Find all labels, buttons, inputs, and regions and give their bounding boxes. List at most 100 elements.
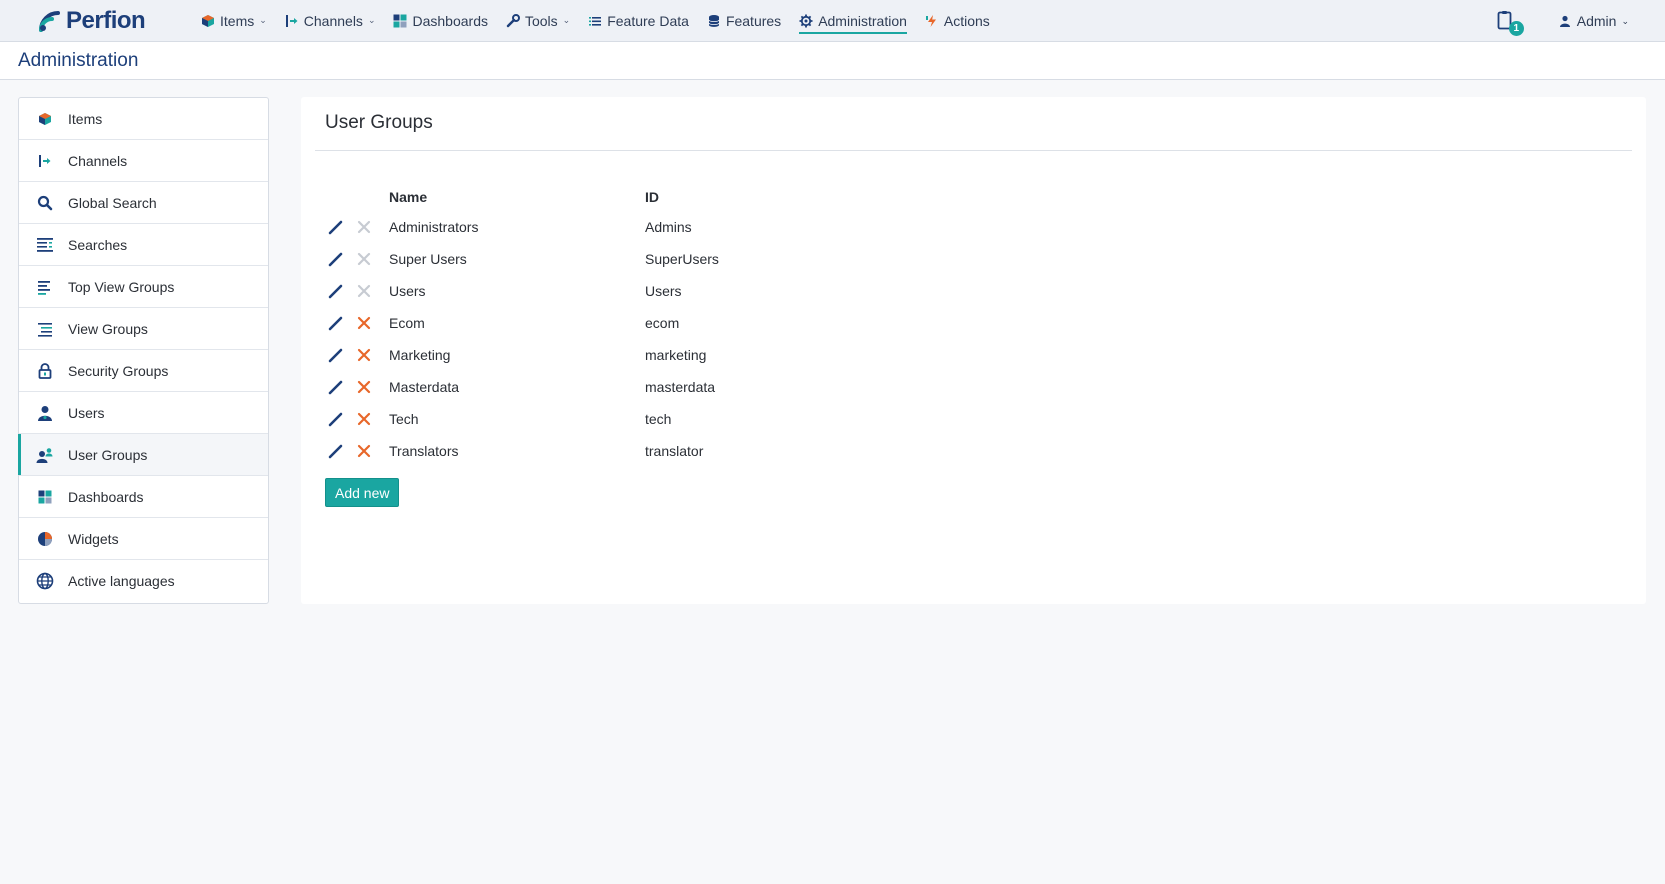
table-row: Tech tech: [325, 403, 845, 435]
group-name-cell: Tech: [389, 411, 419, 427]
chevron-down-icon: ⌄: [562, 15, 571, 25]
sidebar-item-label: Security Groups: [68, 362, 169, 379]
user-menu-label: Admin: [1576, 13, 1617, 29]
chevron-down-icon: ⌄: [259, 15, 267, 25]
panel-title: User Groups: [325, 112, 433, 133]
sidebar-item-user-groups[interactable]: User Groups: [18, 434, 268, 476]
notification-count-badge: 1: [1508, 21, 1524, 36]
view-groups-icon: [36, 320, 54, 338]
table-row: Translators translator: [325, 435, 845, 467]
perfion-logo[interactable]: Perfion: [36, 7, 186, 35]
add-new-button[interactable]: Add new: [325, 478, 400, 507]
nav-item-label: Items: [220, 12, 255, 29]
admin-sidebar: Items Channels Global Search Searches Top Vi…: [18, 97, 269, 604]
nav-item-label: Administration: [818, 12, 907, 29]
sidebar-item-searches[interactable]: Searches: [19, 224, 268, 266]
nav-item-dashboards[interactable]: Dashboards: [384, 0, 497, 42]
divider: [315, 150, 1632, 151]
delete-icon[interactable]: [353, 408, 375, 430]
database-icon: [707, 14, 721, 28]
top-view-groups-icon: [36, 278, 54, 296]
group-id-cell: ecom: [645, 315, 680, 331]
sidebar-item-global-search[interactable]: Global Search: [19, 182, 268, 224]
edit-icon[interactable]: [325, 408, 347, 430]
nav-item-channels[interactable]: Channels ⌄: [276, 0, 385, 42]
chevron-down-icon: ⌄: [367, 15, 376, 25]
nav-item-label: Actions: [943, 12, 990, 29]
delete-icon: [353, 216, 375, 238]
edit-icon[interactable]: [325, 376, 347, 398]
group-id-cell: SuperUsers: [645, 251, 719, 267]
table-row: Users Users: [325, 275, 845, 307]
group-name-cell: Ecom: [389, 315, 425, 331]
delete-icon: [353, 248, 375, 270]
wrench-icon: [506, 13, 520, 28]
group-id-cell: translator: [645, 443, 704, 459]
delete-icon[interactable]: [353, 376, 375, 398]
user-groups-panel: User Groups Name ID Administrators Admins…: [301, 97, 1646, 604]
nav-item-label: Feature Data: [607, 12, 689, 29]
user-groups-table: Name ID Administrators Admins Super Users S…: [325, 183, 845, 467]
group-name-cell: Administrators: [389, 219, 479, 235]
sidebar-item-users[interactable]: Users: [19, 392, 268, 434]
nav-item-administration[interactable]: Administration: [790, 0, 916, 42]
nav-item-tools[interactable]: Tools ⌄: [497, 0, 579, 42]
edit-icon[interactable]: [325, 440, 347, 462]
sidebar-item-label: Dashboards: [68, 488, 144, 505]
nav-item-features[interactable]: Features: [698, 0, 790, 42]
lock-icon: [36, 362, 54, 380]
nav-item-label: Dashboards: [412, 12, 488, 29]
perfion-logo-icon: [36, 8, 62, 34]
edit-icon[interactable]: [325, 280, 347, 302]
edit-icon[interactable]: [325, 312, 347, 334]
dashboard-icon: [393, 14, 407, 28]
page-header: Administration: [0, 42, 1665, 80]
top-navigation-bar: Perfion Items ⌄ Channels ⌄ Dashboards Tools ⌄ F…: [0, 0, 1665, 42]
user-group-icon: [36, 446, 54, 464]
sidebar-item-dashboards[interactable]: Dashboards: [19, 476, 268, 518]
user-icon: [1559, 15, 1571, 27]
notifications-button[interactable]: 1: [1495, 9, 1524, 36]
user-menu[interactable]: Admin ⌄: [1559, 13, 1629, 29]
nav-item-feature-data[interactable]: Feature Data: [579, 0, 698, 42]
table-header: Name ID: [325, 183, 845, 211]
nav-item-items[interactable]: Items ⌄: [192, 0, 276, 42]
column-header-name: Name: [389, 189, 428, 205]
edit-icon[interactable]: [325, 248, 347, 270]
pie-chart-icon: [36, 530, 54, 548]
group-name-cell: Marketing: [389, 347, 451, 363]
sidebar-item-security-groups[interactable]: Security Groups: [19, 350, 268, 392]
sidebar-item-active-languages[interactable]: Active languages: [19, 560, 268, 602]
list-icon: [588, 14, 602, 28]
sidebar-item-label: Top View Groups: [68, 278, 175, 295]
sidebar-item-top-view-groups[interactable]: Top View Groups: [19, 266, 268, 308]
nav-item-label: Channels: [303, 12, 363, 29]
delete-icon[interactable]: [353, 344, 375, 366]
group-id-cell: Admins: [645, 219, 692, 235]
sidebar-item-label: Searches: [68, 236, 128, 253]
sidebar-item-widgets[interactable]: Widgets: [19, 518, 268, 560]
gear-icon: [799, 14, 813, 28]
group-id-cell: masterdata: [645, 379, 716, 395]
group-id-cell: marketing: [645, 347, 707, 363]
dashboard-icon: [36, 488, 54, 506]
sidebar-item-label: Users: [68, 404, 105, 421]
delete-icon[interactable]: [353, 440, 375, 462]
column-header-id: ID: [645, 189, 659, 205]
nav-item-label: Features: [725, 12, 782, 29]
globe-icon: [36, 572, 54, 590]
sidebar-item-label: View Groups: [68, 320, 148, 337]
group-name-cell: Translators: [389, 443, 459, 459]
table-row: Super Users SuperUsers: [325, 243, 845, 275]
edit-icon[interactable]: [325, 344, 347, 366]
nav-item-actions[interactable]: Actions: [916, 0, 999, 42]
brand-name: Perfion: [66, 6, 146, 34]
edit-icon[interactable]: [325, 216, 347, 238]
sidebar-item-label: Global Search: [68, 194, 157, 211]
sidebar-item-view-groups[interactable]: View Groups: [19, 308, 268, 350]
sidebar-item-channels[interactable]: Channels: [19, 140, 268, 182]
sidebar-item-items[interactable]: Items: [19, 98, 268, 140]
user-icon: [36, 404, 54, 422]
table-row: Administrators Admins: [325, 211, 845, 243]
delete-icon[interactable]: [353, 312, 375, 334]
